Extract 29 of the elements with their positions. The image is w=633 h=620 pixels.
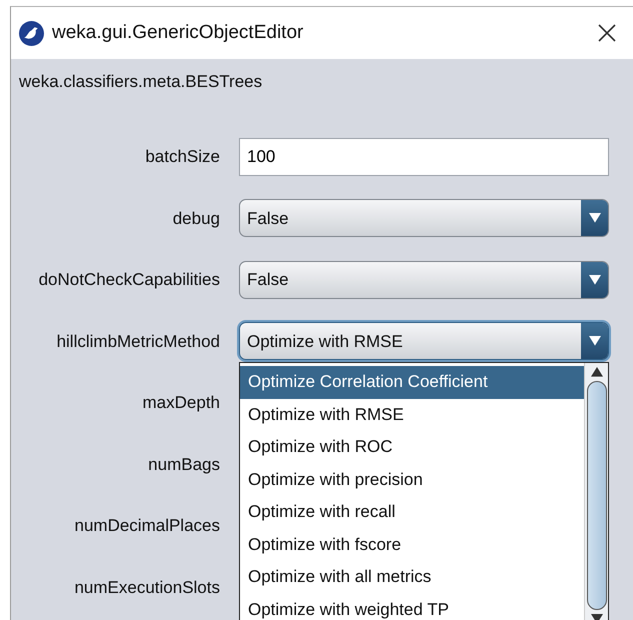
caret-icon[interactable] bbox=[588, 274, 600, 285]
property-label: doNotCheckCapabilities bbox=[38, 270, 220, 289]
window-title: weka.gui.GenericObjectEditor bbox=[52, 20, 304, 45]
value-field[interactable]: 100 bbox=[239, 138, 609, 176]
dropdown-option[interactable]: Optimize with fscore bbox=[240, 528, 584, 562]
dropdown[interactable]: False bbox=[239, 199, 609, 238]
scrollbar-thumb[interactable] bbox=[586, 380, 606, 610]
scroll-up-icon[interactable] bbox=[590, 367, 602, 377]
dropdown-option[interactable]: Optimize with precision bbox=[240, 464, 584, 496]
property-label: numBags bbox=[148, 454, 220, 474]
close-icon bbox=[597, 22, 617, 43]
caret-icon[interactable] bbox=[588, 213, 600, 224]
dropdown-option[interactable]: Optimize with all metrics bbox=[240, 561, 584, 594]
dropdown-option[interactable]: Optimize with recall bbox=[240, 496, 584, 529]
caret-icon[interactable] bbox=[588, 336, 600, 346]
property-label: debug bbox=[172, 208, 220, 228]
dropdown[interactable]: Optimize with RMSE bbox=[239, 322, 609, 360]
dropdown-option[interactable]: Optimize with ROC bbox=[240, 431, 584, 464]
dropdown-option[interactable]: Optimize with weighted TP bbox=[240, 594, 584, 620]
property-label: numDecimalPlaces bbox=[74, 516, 220, 535]
property-label: numExecutionSlots bbox=[74, 578, 220, 596]
property-label: hillclimbMetricMethod bbox=[56, 332, 220, 350]
property-label: maxDepth bbox=[142, 393, 220, 412]
class-name: weka.classifiers.meta.BESTrees bbox=[19, 72, 262, 91]
dropdown[interactable]: False bbox=[239, 260, 609, 299]
dropdown-option[interactable]: Optimize with RMSE bbox=[240, 398, 584, 432]
property-label: batchSize bbox=[145, 147, 220, 166]
app-logo-icon bbox=[19, 20, 44, 46]
dropdown-option[interactable]: Optimize Correlation Coefficient bbox=[240, 366, 584, 399]
